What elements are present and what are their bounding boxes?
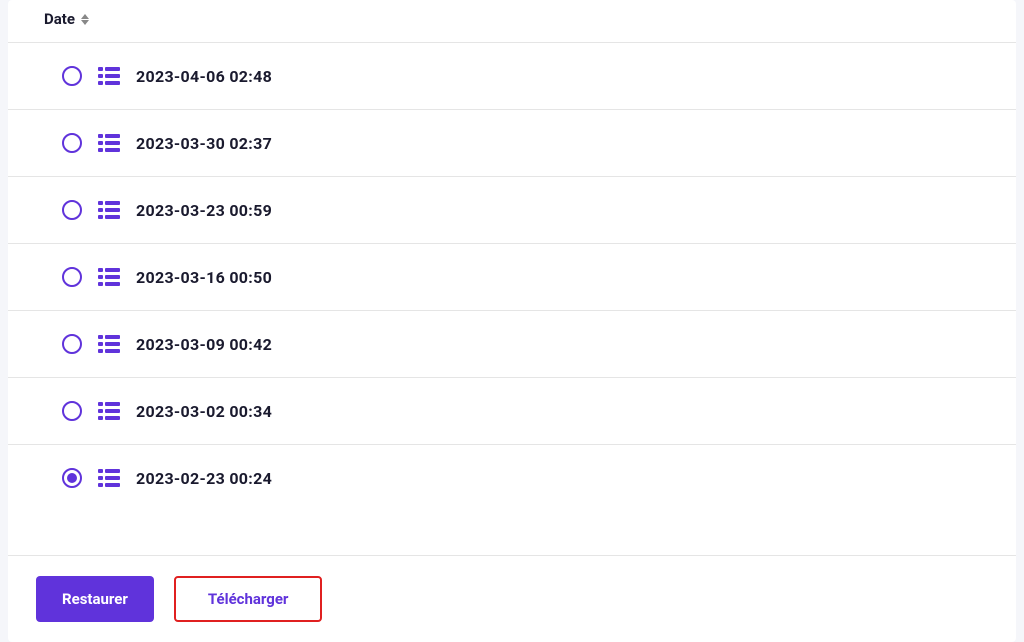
table-row[interactable]: 2023-03-09 00:42 <box>8 311 1016 378</box>
footer-actions: Restaurer Télécharger <box>8 555 1016 642</box>
list-icon <box>98 335 120 353</box>
table-row[interactable]: 2023-03-23 00:59 <box>8 177 1016 244</box>
download-button[interactable]: Télécharger <box>174 576 323 622</box>
backup-date: 2023-04-06 02:48 <box>136 67 272 86</box>
radio-select[interactable] <box>62 334 82 354</box>
table-row[interactable]: 2023-03-16 00:50 <box>8 244 1016 311</box>
sort-icon[interactable] <box>81 14 89 25</box>
table-header: Date <box>8 0 1016 43</box>
restore-button[interactable]: Restaurer <box>36 576 154 622</box>
radio-select[interactable] <box>62 66 82 86</box>
list-icon <box>98 402 120 420</box>
list-icon <box>98 201 120 219</box>
date-column-header[interactable]: Date <box>44 10 75 28</box>
backup-date: 2023-03-30 02:37 <box>136 134 272 153</box>
backup-list-panel: Date 2023-04-06 02:482023-03-30 02:37202… <box>8 0 1016 642</box>
backup-date: 2023-03-16 00:50 <box>136 268 272 287</box>
backup-rows: 2023-04-06 02:48 2023-03-30 02:37 2023-03-… <box>8 43 1016 555</box>
radio-select[interactable] <box>62 468 82 488</box>
table-row[interactable]: 2023-03-02 00:34 <box>8 378 1016 445</box>
list-icon <box>98 67 120 85</box>
backup-date: 2023-02-23 00:24 <box>136 469 272 488</box>
radio-select[interactable] <box>62 401 82 421</box>
table-row[interactable]: 2023-03-30 02:37 <box>8 110 1016 177</box>
radio-select[interactable] <box>62 267 82 287</box>
backup-date: 2023-03-09 00:42 <box>136 335 272 354</box>
list-icon <box>98 134 120 152</box>
backup-date: 2023-03-23 00:59 <box>136 201 272 220</box>
table-row[interactable]: 2023-02-23 00:24 <box>8 445 1016 511</box>
radio-select[interactable] <box>62 200 82 220</box>
backup-date: 2023-03-02 00:34 <box>136 402 272 421</box>
list-icon <box>98 268 120 286</box>
list-icon <box>98 469 120 487</box>
table-row[interactable]: 2023-04-06 02:48 <box>8 43 1016 110</box>
radio-select[interactable] <box>62 133 82 153</box>
